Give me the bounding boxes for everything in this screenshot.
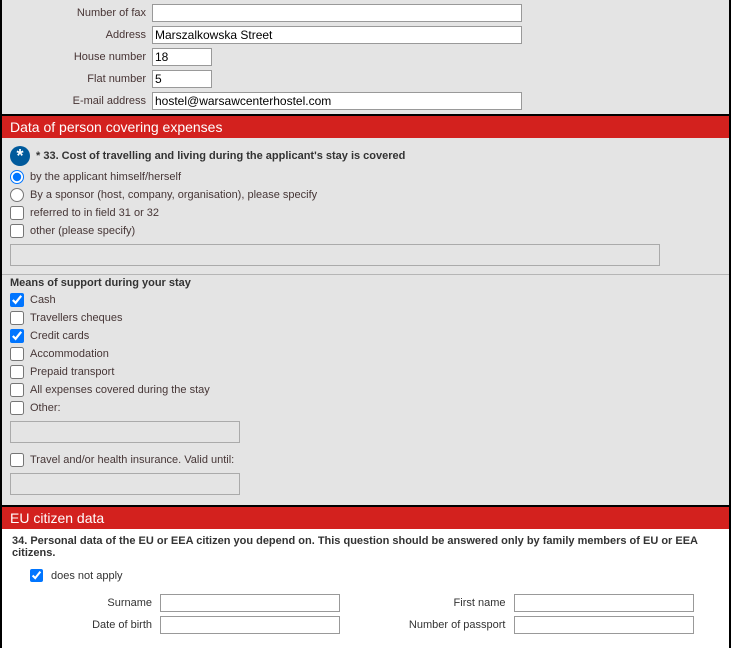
fax-input[interactable] [152, 4, 522, 22]
means-prepaid-label: Prepaid transport [30, 366, 114, 378]
house-number-label: House number [6, 51, 152, 63]
eu-passport-label: Number of passport [366, 619, 514, 631]
eu-section-header: EU citizen data [2, 507, 729, 529]
means-cash-checkbox[interactable] [10, 293, 24, 307]
opt-self-label: by the applicant himself/herself [30, 171, 181, 183]
eu-firstname-input[interactable] [514, 594, 694, 612]
eu-passport-input[interactable] [514, 616, 694, 634]
eu-dob-label: Date of birth [12, 619, 160, 631]
means-credit-checkbox[interactable] [10, 329, 24, 343]
opt-self-radio[interactable] [10, 170, 24, 184]
means-other-checkbox[interactable] [10, 401, 24, 415]
opt-referred-label: referred to in field 31 or 32 [30, 207, 159, 219]
opt-other-label: other (please specify) [30, 225, 135, 237]
house-number-input[interactable] [152, 48, 212, 66]
means-accom-checkbox[interactable] [10, 347, 24, 361]
eu-not-apply-label: does not apply [51, 570, 123, 582]
means-insurance-label: Travel and/or health insurance. Valid un… [30, 454, 234, 466]
flat-number-input[interactable] [152, 70, 212, 88]
means-allexp-checkbox[interactable] [10, 383, 24, 397]
email-input[interactable] [152, 92, 522, 110]
means-prepaid-checkbox[interactable] [10, 365, 24, 379]
means-other-input[interactable] [10, 421, 240, 443]
opt-sponsor-radio[interactable] [10, 188, 24, 202]
opt-sponsor-label: By a sponsor (host, company, organisatio… [30, 189, 317, 201]
means-cash-label: Cash [30, 294, 56, 306]
address-input[interactable] [152, 26, 522, 44]
opt-referred-checkbox[interactable] [10, 206, 24, 220]
fax-label: Number of fax [6, 7, 152, 19]
email-label: E-mail address [6, 95, 152, 107]
expenses-section-header: Data of person covering expenses [2, 116, 729, 138]
opt-other-input[interactable] [10, 244, 660, 266]
opt-other-checkbox[interactable] [10, 224, 24, 238]
q34-text: 34. Personal data of the EU or EEA citiz… [12, 535, 719, 559]
means-insurance-checkbox[interactable] [10, 453, 24, 467]
flat-number-label: Flat number [6, 73, 152, 85]
means-travellers-label: Travellers cheques [30, 312, 123, 324]
eu-surname-input[interactable] [160, 594, 340, 612]
eu-surname-label: Surname [12, 597, 160, 609]
means-travellers-checkbox[interactable] [10, 311, 24, 325]
q33-text: * 33. Cost of travelling and living duri… [36, 150, 405, 162]
means-credit-label: Credit cards [30, 330, 89, 342]
eu-dob-input[interactable] [160, 616, 340, 634]
eu-firstname-label: First name [366, 597, 514, 609]
means-accom-label: Accommodation [30, 348, 109, 360]
means-allexp-label: All expenses covered during the stay [30, 384, 210, 396]
means-heading: Means of support during your stay [2, 274, 729, 291]
means-other-label: Other: [30, 402, 61, 414]
asterisk-icon: * [10, 146, 30, 166]
eu-not-apply-checkbox[interactable] [30, 569, 43, 582]
means-insurance-input[interactable] [10, 473, 240, 495]
address-label: Address [6, 29, 152, 41]
